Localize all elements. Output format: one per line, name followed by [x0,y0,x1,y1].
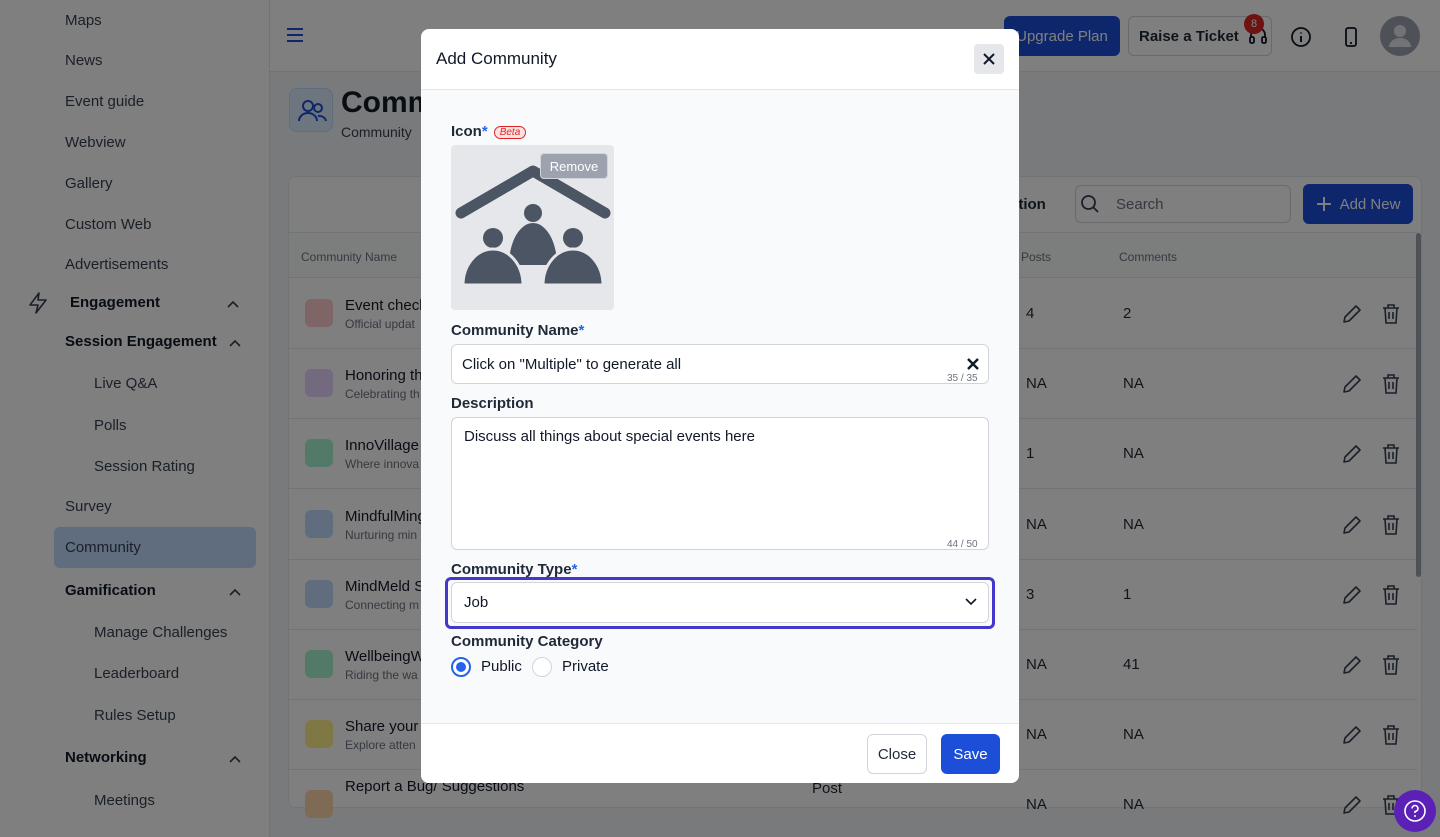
community-name-label: Community Name* [451,322,585,339]
help-icon [1404,800,1426,822]
modal-close-button[interactable] [974,44,1004,74]
close-icon [983,53,995,65]
remove-icon-button[interactable]: Remove [540,153,608,179]
add-community-modal: Add Community Icon* Beta Remove Community… [421,29,1019,783]
community-type-select[interactable]: Job [451,582,989,623]
category-public-radio[interactable] [451,657,471,677]
community-name-input[interactable]: Click on "Multiple" to generate all [451,344,989,384]
category-private-label[interactable]: Private [562,658,609,675]
description-textarea[interactable]: Discuss all things about special events … [451,417,989,550]
clear-input-icon[interactable] [966,357,980,371]
modal-footer: Close Save [421,723,1019,783]
chevron-down-icon [965,598,977,606]
modal-title: Add Community [436,49,557,68]
community-name-counter: 35 / 35 [947,373,978,384]
category-private-radio[interactable] [532,657,552,677]
category-public-label[interactable]: Public [481,658,522,675]
modal-header: Add Community [421,29,1019,90]
description-counter: 44 / 50 [947,539,978,550]
beta-badge: Beta [493,125,527,139]
help-button[interactable] [1394,790,1436,832]
community-type-label: Community Type* [451,561,578,578]
description-label: Description [451,395,534,412]
icon-label: Icon* Beta [451,123,527,140]
close-button[interactable]: Close [867,734,927,774]
save-button[interactable]: Save [941,734,1000,774]
community-category-label: Community Category [451,633,603,650]
